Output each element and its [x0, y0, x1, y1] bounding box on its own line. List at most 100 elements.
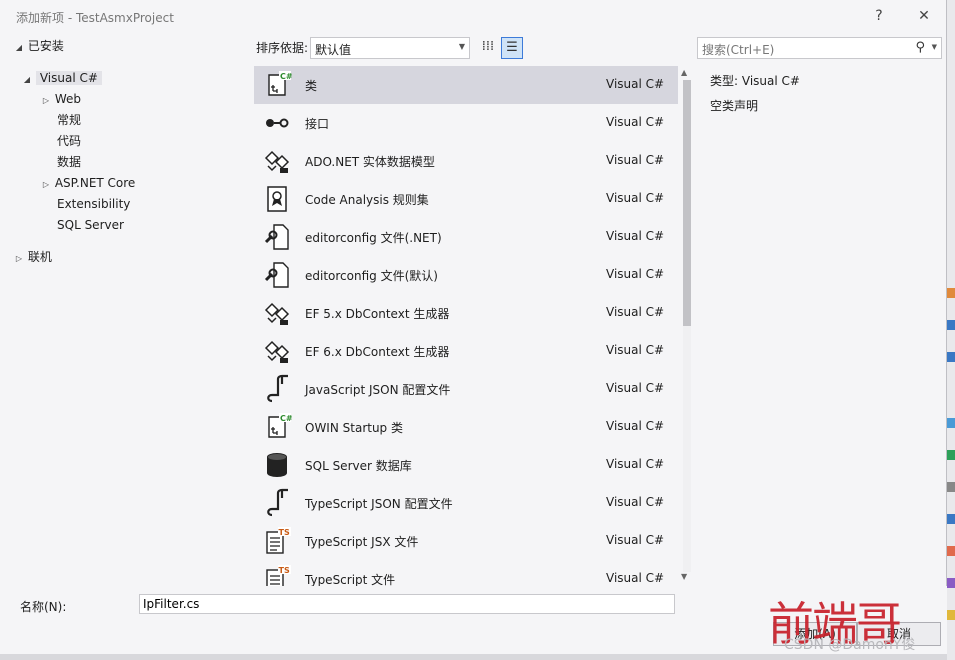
tree-node-web[interactable]: ▷ Web: [41, 89, 81, 109]
details-view-button[interactable]: ☰: [501, 37, 523, 59]
template-item[interactable]: EF 6.x DbContext 生成器 Visual C#: [254, 332, 678, 370]
details-type-label: 类型:: [710, 74, 739, 88]
tree-node-online[interactable]: ▷ 联机: [14, 247, 52, 267]
background-icon: [947, 450, 955, 460]
tree-node-general[interactable]: 常规: [57, 110, 81, 130]
tree-node-aspnet-core[interactable]: ▷ ASP.NET Core: [41, 173, 135, 193]
template-category: Visual C#: [606, 115, 665, 129]
template-category: Visual C#: [606, 381, 665, 395]
template-name: Code Analysis 规则集: [305, 193, 429, 207]
title-bar: 添加新项 - TestAsmxProject ? ✕: [0, 0, 947, 32]
csdn-watermark: CSDN @DamonY俊: [784, 637, 916, 653]
name-field[interactable]: [139, 594, 675, 614]
background-icon: [947, 546, 955, 556]
grid-icon: ⁞⁞⁞: [481, 39, 495, 54]
template-category: Visual C#: [606, 77, 665, 91]
help-button[interactable]: ?: [864, 4, 894, 28]
tree-label-sql-server: SQL Server: [57, 218, 124, 232]
background-icon: [947, 482, 955, 492]
search-box[interactable]: 搜索(Ctrl+E) ⚲ ▼: [697, 37, 942, 59]
json-config-icon: [262, 374, 292, 404]
search-icon[interactable]: ⚲: [915, 40, 925, 55]
template-item[interactable]: SQL Server 数据库 Visual C#: [254, 446, 678, 484]
expand-triangle-icon[interactable]: ▷: [14, 249, 24, 269]
template-name: 类: [305, 79, 318, 93]
sort-value: 默认值: [315, 43, 352, 57]
sort-label: 排序依据:: [256, 41, 309, 55]
background-icon: [947, 610, 955, 620]
editorconfig-icon: [262, 222, 292, 252]
svg-text:TS: TS: [279, 528, 290, 537]
tree-node-code[interactable]: 代码: [57, 131, 81, 151]
template-name: TypeScript 文件: [305, 573, 396, 586]
ruleset-icon: [262, 184, 292, 214]
collapse-triangle-icon[interactable]: ◢: [14, 38, 24, 58]
tree-node-visual-csharp[interactable]: ◢ Visual C#: [22, 68, 102, 88]
scroll-up-arrow-icon[interactable]: ▲: [681, 68, 687, 77]
background-icon: [947, 320, 955, 330]
tree-node-sql-server[interactable]: SQL Server: [57, 215, 124, 235]
template-item[interactable]: TS TypeScript JSX 文件 Visual C#: [254, 522, 678, 560]
template-name: editorconfig 文件(.NET): [305, 231, 442, 245]
template-item[interactable]: ADO.NET 实体数据模型 Visual C#: [254, 142, 678, 180]
template-name: TypeScript JSON 配置文件: [305, 497, 453, 511]
tree-label-general: 常规: [57, 113, 82, 127]
template-item[interactable]: JavaScript JSON 配置文件 Visual C#: [254, 370, 678, 408]
template-category: Visual C#: [606, 419, 665, 433]
editorconfig-icon: [262, 260, 292, 290]
template-item[interactable]: Code Analysis 规则集 Visual C#: [254, 180, 678, 218]
background-icon: [947, 288, 955, 298]
database-icon: [262, 450, 292, 480]
template-item[interactable]: C# 类 Visual C#: [254, 66, 678, 104]
tree-label-online: 联机: [27, 250, 52, 264]
template-item[interactable]: 接口 Visual C#: [254, 104, 678, 142]
csharp-class-icon: C#: [262, 70, 293, 100]
sort-dropdown[interactable]: 默认值 ▼: [310, 37, 470, 59]
tree-node-extensibility[interactable]: Extensibility: [57, 194, 130, 214]
data-model-icon: [262, 298, 292, 328]
expand-triangle-icon[interactable]: ▷: [41, 91, 51, 111]
add-new-item-dialog: 添加新项 - TestAsmxProject ? ✕ ◢ 已安装 ◢ Visua…: [0, 0, 947, 654]
interface-icon: [262, 108, 292, 138]
tree-label-aspnet-core: ASP.NET Core: [54, 176, 136, 190]
chevron-down-icon: ▼: [458, 42, 465, 51]
collapse-triangle-icon[interactable]: ◢: [22, 70, 32, 90]
template-name: SQL Server 数据库: [305, 459, 412, 473]
scroll-thumb[interactable]: [683, 80, 691, 326]
template-name: 接口: [305, 117, 330, 131]
tree-label-installed: 已安装: [27, 39, 64, 53]
typescript-file-icon: TS: [262, 564, 292, 586]
template-item[interactable]: editorconfig 文件(默认) Visual C#: [254, 256, 678, 294]
tree-label-code: 代码: [57, 134, 82, 148]
name-label: 名称(N):: [20, 600, 67, 614]
template-category: Visual C#: [606, 305, 665, 319]
details-pane: 类型: Visual C# 空类声明: [710, 72, 940, 122]
tree-label-data: 数据: [57, 155, 82, 169]
template-item[interactable]: EF 5.x DbContext 生成器 Visual C#: [254, 294, 678, 332]
small-icons-view-button[interactable]: ⁞⁞⁞: [477, 37, 499, 59]
template-item[interactable]: editorconfig 文件(.NET) Visual C#: [254, 218, 678, 256]
tree-label-visual-csharp: Visual C#: [35, 71, 102, 85]
template-item[interactable]: TS TypeScript 文件 Visual C#: [254, 560, 678, 586]
background-window-edge: [947, 0, 955, 660]
tree-node-installed[interactable]: ◢ 已安装: [14, 36, 64, 56]
data-model-icon: [262, 336, 292, 366]
tree-label-extensibility: Extensibility: [57, 197, 131, 211]
template-list-scrollbar[interactable]: ▲ ▼: [680, 66, 694, 586]
template-list: C# 类 Visual C# 接口 Visual C# ADO.NET 实体数据模型 Vis…: [254, 66, 680, 586]
template-name: editorconfig 文件(默认): [305, 269, 438, 283]
template-item[interactable]: C# OWIN Startup 类 Visual C#: [254, 408, 678, 446]
json-config-icon: [262, 488, 292, 518]
background-icon: [947, 578, 955, 588]
template-item[interactable]: TypeScript JSON 配置文件 Visual C#: [254, 484, 678, 522]
expand-triangle-icon[interactable]: ▷: [41, 175, 51, 195]
scroll-down-arrow-icon[interactable]: ▼: [681, 572, 687, 581]
template-name: ADO.NET 实体数据模型: [305, 155, 435, 169]
category-tree: ◢ 已安装 ◢ Visual C# ▷ Web 常规 代码 数据 ▷ ASP.N…: [8, 34, 246, 586]
close-button[interactable]: ✕: [909, 4, 939, 28]
chevron-down-icon[interactable]: ▼: [932, 43, 937, 51]
tree-node-data[interactable]: 数据: [57, 152, 81, 172]
typescript-file-icon: TS: [262, 526, 292, 556]
template-name: OWIN Startup 类: [305, 421, 403, 435]
search-input[interactable]: 搜索(Ctrl+E): [702, 41, 774, 58]
